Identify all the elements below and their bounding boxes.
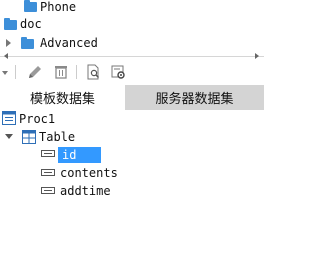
tab-label: 服务器数据集 — [155, 91, 234, 106]
folder-icon — [4, 18, 17, 30]
toolbar-separator — [76, 65, 77, 79]
tree-item-label: doc — [20, 17, 42, 31]
dropdown-arrow-icon[interactable] — [2, 71, 8, 75]
tree-item-field[interactable]: addtime — [60, 182, 111, 200]
tab-template-dataset[interactable]: 模板数据集 — [0, 85, 125, 110]
folder-icon — [24, 0, 37, 12]
divider — [0, 56, 264, 57]
edit-icon[interactable] — [27, 64, 43, 80]
table-label: Table — [39, 130, 76, 144]
tree-item-label: Advanced — [40, 36, 98, 50]
field-label-selected: id — [58, 147, 102, 163]
tree-item-doc[interactable]: doc — [20, 15, 42, 33]
procedure-icon — [2, 111, 16, 125]
expand-arrow-icon[interactable] — [6, 39, 11, 47]
tree-item-label: Phone — [40, 0, 77, 14]
toolbar — [0, 61, 264, 83]
field-icon — [41, 187, 55, 194]
tree-item-advanced[interactable]: Advanced — [40, 34, 98, 52]
tree-item-proc[interactable]: Proc1 — [19, 110, 55, 128]
collapse-arrow-icon[interactable] — [5, 134, 13, 139]
delete-icon[interactable] — [53, 64, 69, 80]
table-icon — [22, 130, 36, 144]
tab-label: 模板数据集 — [29, 91, 95, 106]
tab-server-dataset[interactable]: 服务器数据集 — [125, 85, 264, 110]
preview-icon[interactable] — [85, 64, 101, 80]
dataset-tabs: 模板数据集 服务器数据集 — [0, 85, 264, 110]
field-label: contents — [60, 166, 118, 180]
scroll-left-icon[interactable] — [4, 53, 8, 59]
folder-icon — [21, 37, 34, 49]
scroll-right-icon[interactable] — [255, 53, 259, 59]
toolbar-separator — [15, 65, 16, 79]
tree-item-phone[interactable]: Phone — [40, 0, 76, 16]
tree-item-field[interactable]: contents — [60, 164, 118, 182]
proc-label: Proc1 — [19, 112, 56, 126]
tree-item-field[interactable]: id — [58, 146, 102, 164]
field-label: addtime — [60, 184, 111, 198]
settings-icon[interactable] — [110, 64, 126, 80]
field-icon — [41, 169, 55, 176]
field-icon — [41, 150, 55, 157]
tree-item-table[interactable]: Table — [39, 128, 75, 146]
